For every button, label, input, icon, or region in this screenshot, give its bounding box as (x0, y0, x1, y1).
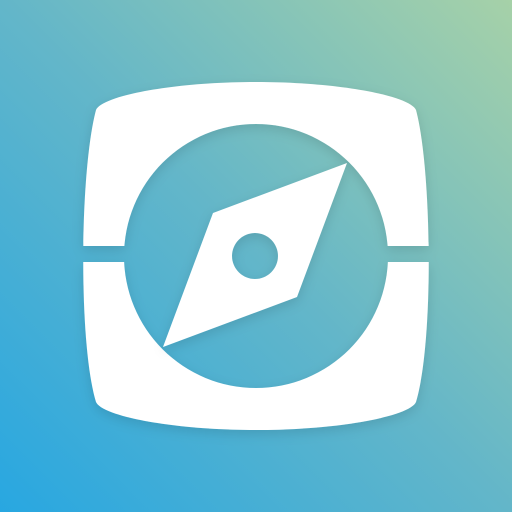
bezel-ring (83, 82, 429, 430)
compass-needle (163, 163, 347, 347)
app-icon[interactable] (0, 0, 512, 512)
compass-icon (83, 82, 429, 430)
